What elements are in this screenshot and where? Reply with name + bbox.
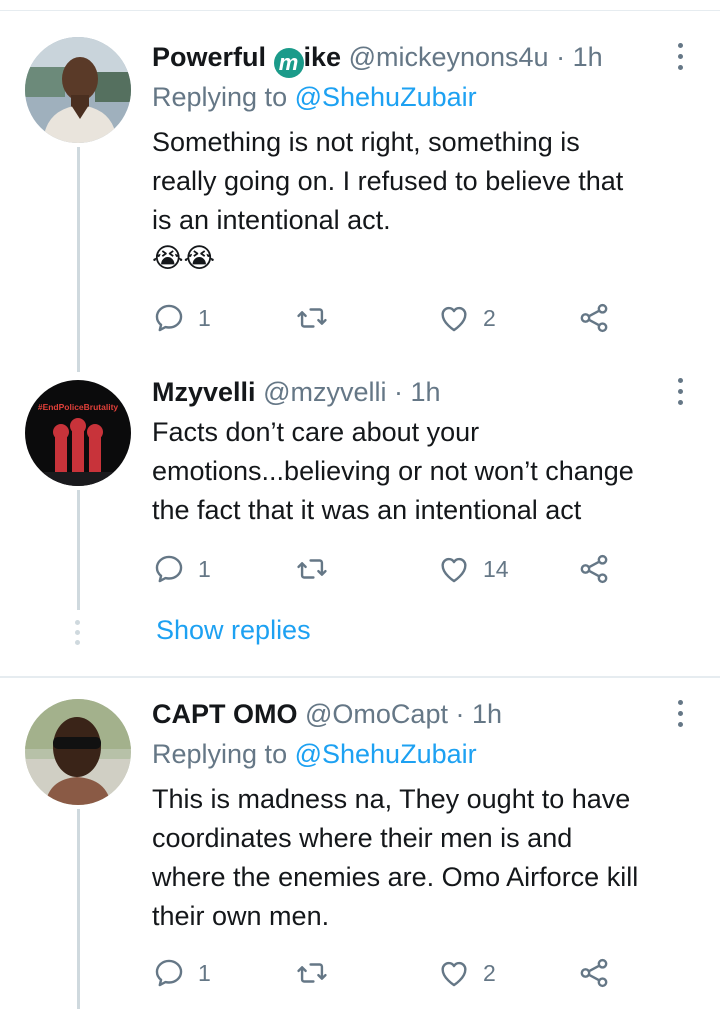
like-button[interactable]: 2 bbox=[437, 953, 496, 993]
share-icon bbox=[580, 554, 608, 584]
thread-line bbox=[77, 147, 80, 372]
tweet-header: CAPT OMO @OmoCapt · 1h bbox=[152, 694, 660, 734]
like-count: 2 bbox=[483, 959, 496, 986]
heart-icon bbox=[441, 961, 467, 987]
tweet-header: Mzyvelli @mzyvelli · 1h bbox=[152, 372, 660, 412]
replying-to: Replying to @ShehuZubair bbox=[152, 82, 477, 112]
display-name[interactable]: Mzyvelli bbox=[152, 377, 256, 407]
tweet-line: coordinates where their men is and bbox=[152, 823, 573, 853]
retweet-button[interactable] bbox=[295, 298, 341, 338]
reply-icon bbox=[155, 555, 183, 583]
separator-dot: · bbox=[556, 42, 566, 72]
more-vertical-icon[interactable] bbox=[670, 696, 690, 732]
share-button[interactable] bbox=[577, 953, 611, 993]
tweet-line: Facts don’t care about your bbox=[152, 417, 480, 447]
heart-icon bbox=[441, 306, 467, 332]
heart-icon bbox=[441, 557, 467, 583]
tweet-line: This is madness na, They ought to have bbox=[152, 784, 631, 814]
reply-icon bbox=[155, 304, 183, 332]
share-button[interactable] bbox=[577, 298, 611, 338]
reply-count: 1 bbox=[198, 304, 211, 331]
tweet-text: This is madness na, They ought to have c… bbox=[152, 780, 702, 936]
like-count: 2 bbox=[483, 304, 496, 331]
mention-link[interactable]: @ShehuZubair bbox=[295, 82, 477, 112]
separator-dot: · bbox=[455, 699, 465, 729]
reply-count: 1 bbox=[198, 555, 211, 582]
tweet-line: the fact that it was an intentional act bbox=[152, 495, 582, 525]
retweet-button[interactable] bbox=[295, 953, 341, 993]
like-button[interactable]: 14 bbox=[437, 549, 509, 589]
tweet-actions: 1 2 bbox=[152, 298, 672, 338]
reply-icon bbox=[155, 959, 183, 987]
retweet-icon bbox=[297, 559, 327, 579]
thread-continuation-dots bbox=[75, 620, 81, 650]
m-badge-icon: m bbox=[273, 48, 304, 78]
reply-button[interactable]: 1 bbox=[152, 953, 211, 993]
more-vertical-icon[interactable] bbox=[670, 39, 690, 75]
thread-line bbox=[77, 490, 80, 610]
top-divider bbox=[0, 10, 720, 11]
tweet-header: Powerful m ike @mickeynons4u · 1h bbox=[152, 37, 660, 78]
user-handle[interactable]: @mzyvelli bbox=[263, 377, 386, 407]
tweet-text: Something is not right, something is rea… bbox=[152, 123, 702, 276]
like-count: 14 bbox=[483, 555, 509, 582]
avatar[interactable]: #EndPoliceBrutality bbox=[25, 380, 131, 486]
tweet-line: Something is not right, something is bbox=[152, 127, 580, 157]
more-vertical-icon[interactable] bbox=[670, 374, 690, 410]
tweet-line: really going on. I refused to believe th… bbox=[152, 166, 624, 196]
tweet-actions: 1 14 bbox=[152, 549, 672, 589]
avatar[interactable] bbox=[25, 699, 131, 805]
avatar-caption: #EndPoliceBrutality bbox=[38, 402, 119, 412]
thread-line bbox=[77, 809, 80, 1009]
tweet-line: their own men. bbox=[152, 901, 330, 931]
tweet-line: is an intentional act. bbox=[152, 205, 391, 235]
like-button[interactable]: 2 bbox=[437, 298, 496, 338]
share-icon bbox=[580, 958, 608, 988]
tweet-line: emotions...believing or not won’t change bbox=[152, 456, 634, 486]
share-button[interactable] bbox=[577, 549, 611, 589]
avatar[interactable] bbox=[25, 37, 131, 143]
emoji-text: 😭😭 bbox=[152, 243, 216, 273]
tweet-text: Facts don’t care about your emotions...b… bbox=[152, 413, 702, 530]
display-name[interactable]: Powerful m ike bbox=[152, 42, 341, 78]
separator-dot: · bbox=[394, 377, 403, 407]
retweet-icon bbox=[297, 963, 327, 983]
timestamp[interactable]: 1h bbox=[411, 377, 441, 407]
replying-to: Replying to @ShehuZubair bbox=[152, 739, 477, 769]
user-handle[interactable]: @OmoCapt bbox=[305, 699, 448, 729]
tweet-actions: 1 2 bbox=[152, 953, 672, 993]
share-icon bbox=[580, 303, 608, 333]
reply-button[interactable]: 1 bbox=[152, 549, 211, 589]
tweet-divider bbox=[0, 676, 720, 678]
display-name[interactable]: CAPT OMO bbox=[152, 699, 298, 729]
retweet-icon bbox=[297, 308, 327, 328]
timestamp[interactable]: 1h bbox=[472, 699, 502, 729]
show-replies-link[interactable]: Show replies bbox=[156, 610, 311, 650]
tweet-line: where the enemies are. Omo Airforce kill bbox=[152, 862, 639, 892]
user-handle[interactable]: @mickeynons4u bbox=[349, 42, 549, 72]
reply-count: 1 bbox=[198, 959, 211, 986]
retweet-button[interactable] bbox=[295, 549, 341, 589]
timestamp[interactable]: 1h bbox=[573, 42, 603, 72]
mention-link[interactable]: @ShehuZubair bbox=[295, 739, 477, 769]
reply-button[interactable]: 1 bbox=[152, 298, 211, 338]
